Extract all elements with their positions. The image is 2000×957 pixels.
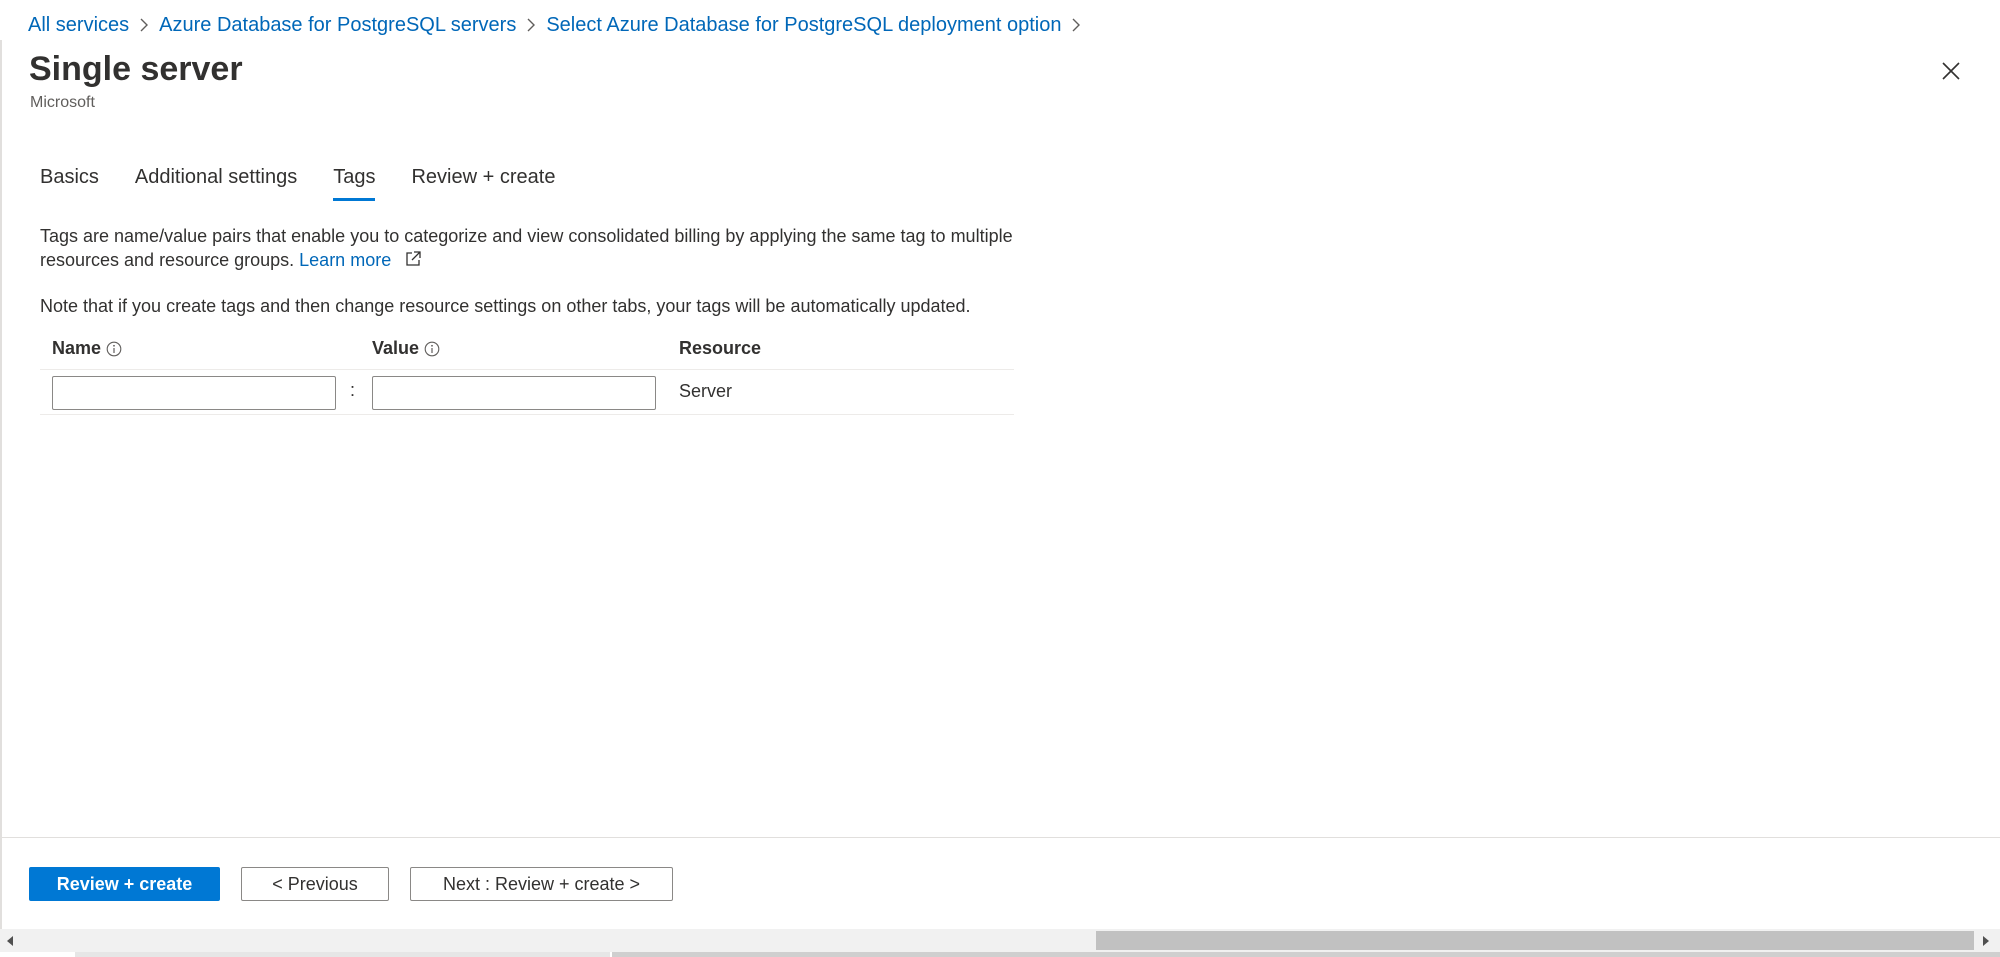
column-header-value: Value	[372, 338, 440, 359]
wizard-tabs: Basics Additional settings Tags Review +…	[40, 166, 591, 201]
tags-note: Note that if you create tags and then ch…	[40, 296, 971, 316]
tag-resource-cell: Server	[679, 381, 733, 401]
scrollbar-thumb[interactable]	[1096, 931, 1974, 950]
review-create-button[interactable]: Review + create	[29, 867, 220, 901]
breadcrumb: All services Azure Database for PostgreS…	[28, 12, 1091, 38]
breadcrumb-postgresql-servers[interactable]: Azure Database for PostgreSQL servers	[159, 14, 516, 37]
page-title: Single server	[29, 50, 243, 88]
breadcrumb-all-services[interactable]: All services	[28, 14, 129, 37]
column-header-name-label: Name	[52, 338, 102, 358]
tags-table-header: Name Value Resource	[40, 328, 1014, 370]
tag-value-input[interactable]	[372, 376, 656, 410]
blade-left-border	[0, 40, 2, 930]
tab-review-create[interactable]: Review + create	[411, 166, 555, 201]
next-review-create-button[interactable]: Next : Review + create >	[410, 867, 673, 901]
close-button[interactable]	[1936, 56, 1966, 86]
learn-more-link[interactable]: Learn more	[299, 250, 391, 270]
breadcrumb-deployment-option[interactable]: Select Azure Database for PostgreSQL dep…	[546, 14, 1061, 37]
column-header-resource: Resource	[679, 338, 762, 358]
chevron-right-icon	[516, 18, 546, 32]
chevron-right-icon	[129, 18, 159, 32]
close-icon	[1942, 62, 1960, 80]
tags-description: Tags are name/value pairs that enable yo…	[40, 224, 1030, 272]
tab-tags[interactable]: Tags	[333, 166, 376, 201]
tags-table: Name Value Resource : Server	[40, 328, 1014, 415]
bottom-edge-segment	[612, 952, 2000, 957]
tags-description-text: Tags are name/value pairs that enable yo…	[40, 226, 1013, 270]
external-link-icon	[406, 251, 421, 266]
info-icon[interactable]	[106, 341, 122, 357]
tag-separator: :	[350, 380, 356, 400]
previous-button[interactable]: < Previous	[241, 867, 389, 901]
tag-name-input[interactable]	[52, 376, 336, 410]
column-header-value-label: Value	[372, 338, 420, 358]
scroll-left-arrow-icon[interactable]	[0, 929, 20, 952]
footer-divider	[0, 837, 2000, 838]
horizontal-scrollbar[interactable]	[0, 929, 2000, 952]
chevron-right-icon	[1061, 18, 1091, 32]
bottom-edge-segment	[75, 952, 610, 957]
info-icon[interactable]	[424, 341, 440, 357]
scroll-right-arrow-icon[interactable]	[1976, 929, 1996, 952]
table-row: : Server	[40, 370, 1014, 415]
column-header-name: Name	[52, 338, 122, 359]
page-subtitle: Microsoft	[30, 94, 95, 111]
bottom-edge	[0, 952, 2000, 957]
tab-additional-settings[interactable]: Additional settings	[135, 166, 297, 201]
tab-basics[interactable]: Basics	[40, 166, 99, 201]
